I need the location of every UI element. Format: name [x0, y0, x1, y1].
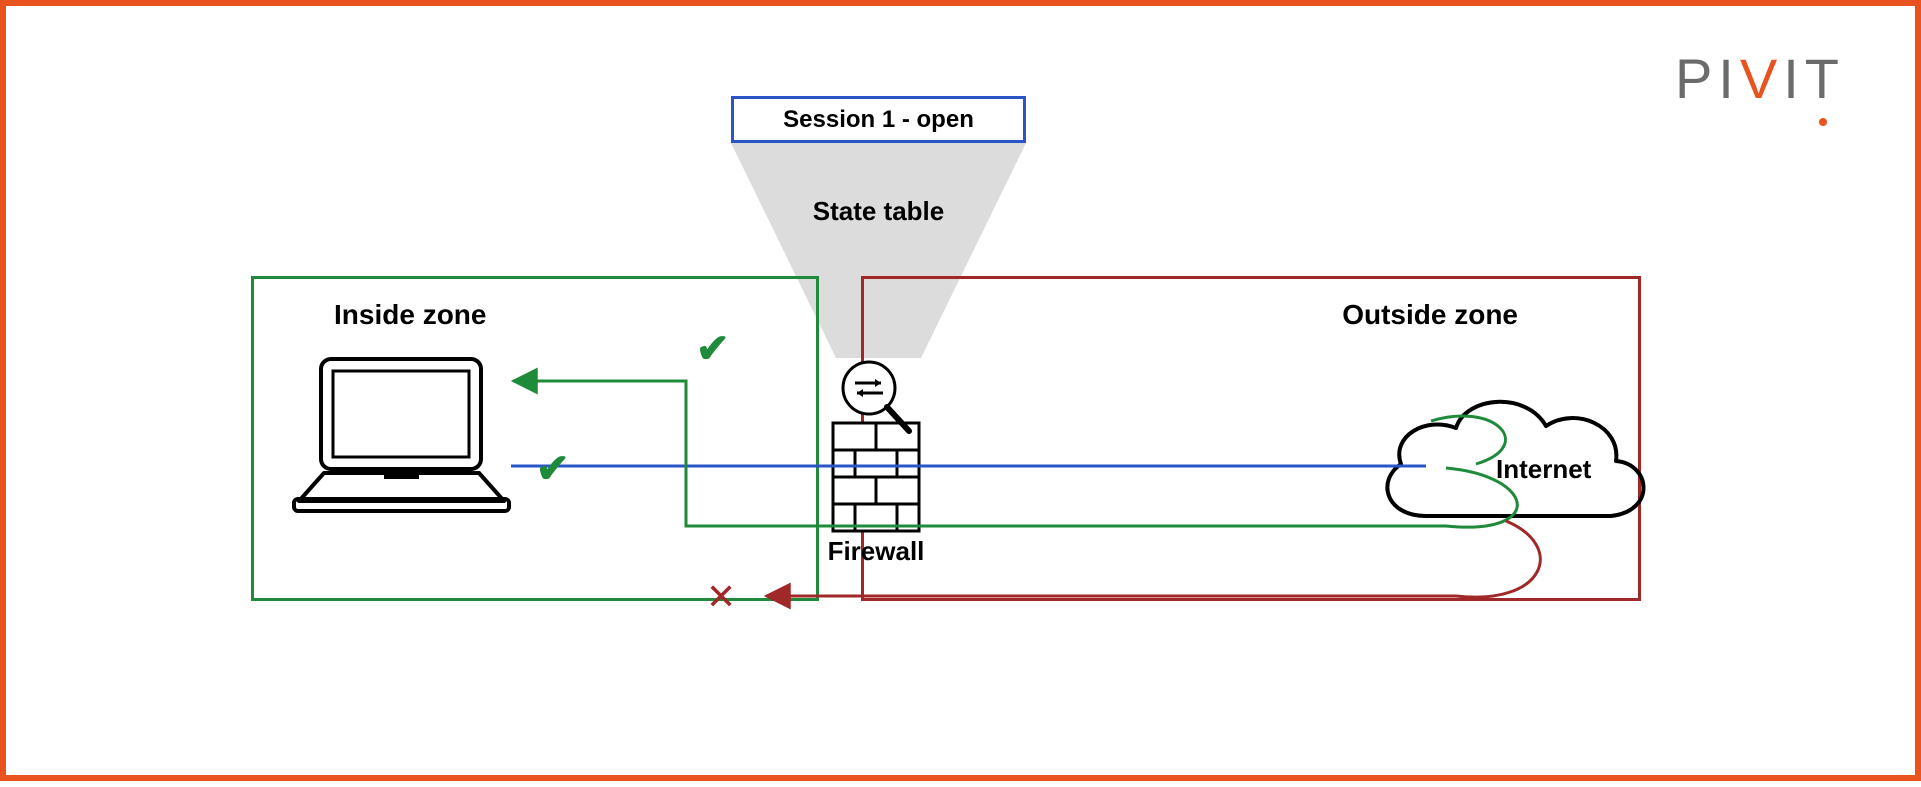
inside-zone-box: Inside zone — [251, 276, 819, 601]
checkmark-return-icon: ✔ — [696, 326, 730, 372]
cloud-label: Internet — [1496, 454, 1591, 485]
xmark-blocked-icon: ✕ — [706, 576, 736, 618]
inside-zone-title: Inside zone — [334, 299, 486, 331]
diagram-frame: PIVIT Session 1 - open State table Insid… — [0, 0, 1921, 781]
checkmark-outbound-icon: ✔ — [536, 446, 570, 492]
logo-part2: V — [1740, 47, 1783, 110]
logo-part1: PI — [1675, 47, 1740, 110]
firewall-label: Firewall — [776, 536, 976, 567]
firewall-icon — [831, 353, 921, 533]
laptop-icon — [289, 351, 514, 521]
brand-logo: PIVIT — [1675, 46, 1845, 111]
session-box: Session 1 - open — [731, 96, 1026, 143]
logo-dot-icon — [1819, 118, 1827, 126]
logo-part3: IT — [1783, 47, 1845, 110]
state-table-label: State table — [731, 196, 1026, 227]
outside-zone-title: Outside zone — [1342, 299, 1518, 331]
